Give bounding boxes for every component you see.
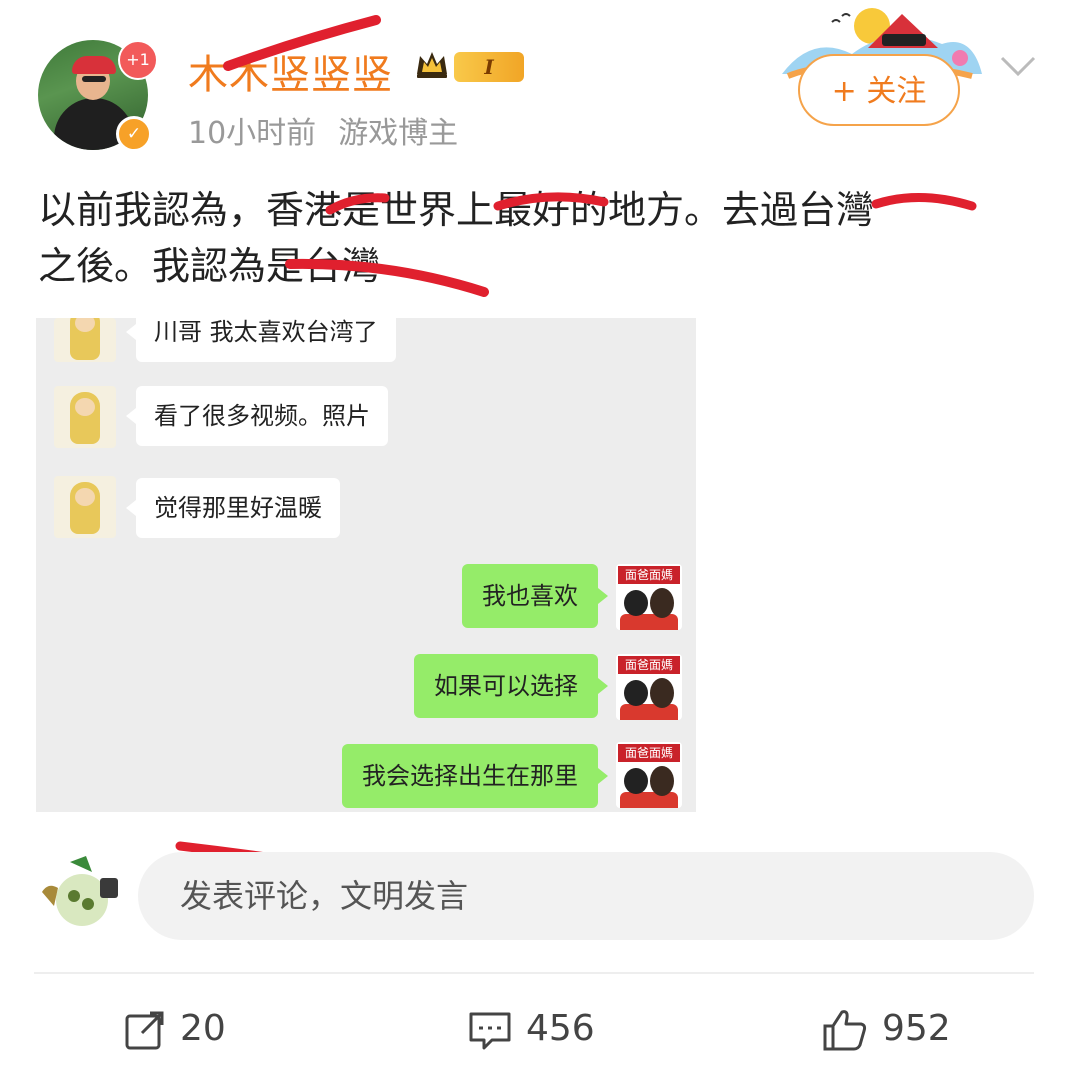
self-avatar: 面爸面媽 [616,654,682,720]
chat-bubble-outgoing: 我也喜欢 [462,564,608,628]
share-icon [125,1011,164,1050]
like-count: 952 [882,1008,951,1049]
comment-count: 456 [526,1008,595,1049]
contact-avatar [54,318,116,362]
commenter-avatar[interactable] [34,852,122,936]
divider [34,972,1034,974]
like-action[interactable]: 952 [822,1004,951,1054]
comment-icon [469,1012,511,1050]
chat-bubble-outgoing: 如果可以选择 [414,654,608,718]
chat-screenshot[interactable]: 川哥 我太喜欢台湾了 看了很多视频。照片 觉得那里好温暖 我也喜欢 面爸面媽 如… [36,318,696,812]
chat-bubble-incoming: 看了很多视频。照片 [126,386,388,446]
comment-action[interactable]: 456 [468,1004,595,1054]
contact-avatar [54,386,116,448]
thumbs-up-icon [823,1010,867,1051]
share-count: 20 [180,1008,226,1049]
self-avatar-label: 面爸面媽 [618,744,680,762]
self-avatar: 面爸面媽 [616,742,682,808]
chat-bubble-incoming: 觉得那里好温暖 [126,478,340,538]
chat-bubble-outgoing: 我会选择出生在那里 [342,744,608,808]
chat-bubble-incoming: 川哥 我太喜欢台湾了 [126,318,396,362]
contact-avatar [54,476,116,538]
share-action[interactable]: 20 [124,1004,226,1054]
self-avatar-label: 面爸面媽 [618,656,680,674]
self-avatar: 面爸面媽 [616,564,682,630]
comment-input[interactable]: 发表评论，文明发言 [138,852,1034,940]
self-avatar-label: 面爸面媽 [618,566,680,584]
